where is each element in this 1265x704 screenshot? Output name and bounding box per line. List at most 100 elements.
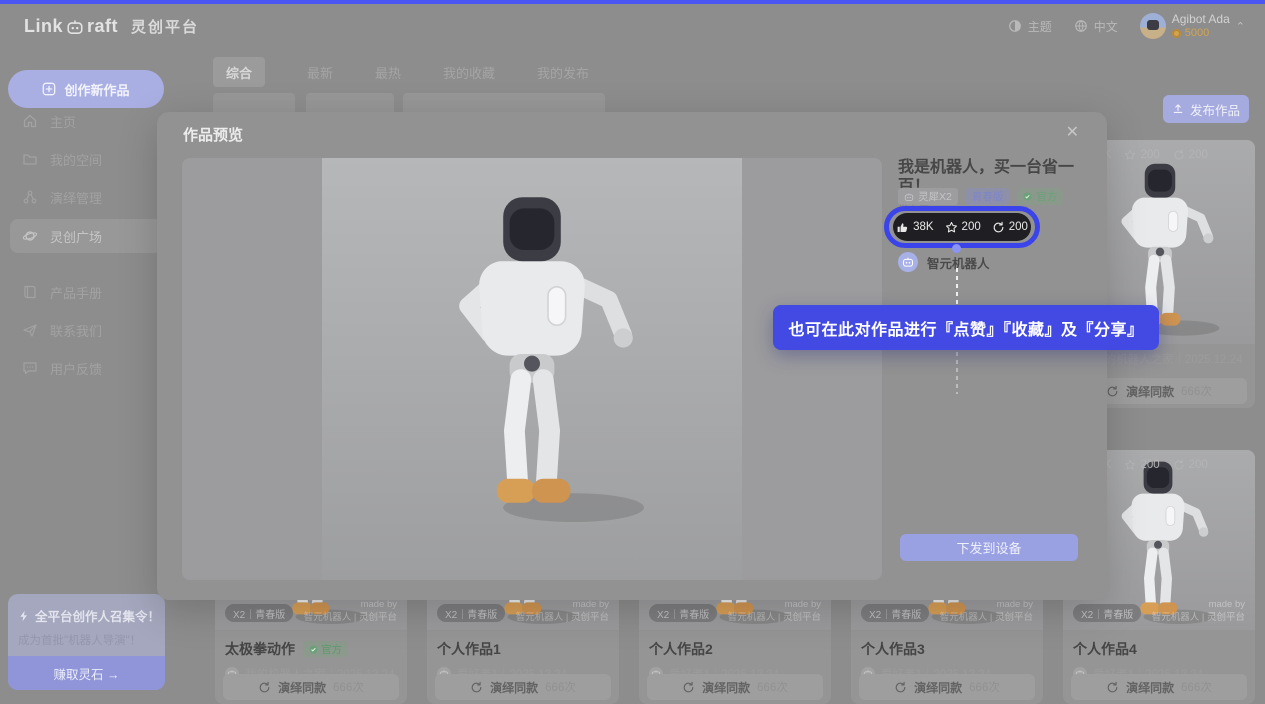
chevron-up-icon: ⌃: [1236, 20, 1245, 33]
tab-published[interactable]: 我的发布: [537, 63, 589, 82]
guide-dashed-line: [956, 268, 958, 304]
send-to-device-button[interactable]: 下发到设备: [900, 534, 1078, 561]
paper-plane-icon: [22, 322, 38, 338]
logo-cn: 灵创平台: [131, 16, 199, 37]
work-author[interactable]: 智元机器人: [898, 252, 990, 272]
logo-text-right: raft: [87, 16, 118, 37]
replay-same-button[interactable]: 演绎同款 666次: [859, 674, 1035, 700]
replay-same-button[interactable]: 演绎同款 666次: [223, 674, 399, 700]
card-title: 太极拳动作: [225, 639, 295, 659]
thumbs-up-icon: [896, 221, 909, 234]
replay-same-button[interactable]: 演绎同款 666次: [435, 674, 611, 700]
work-preview-modal: 作品预览 ✕ 01:23 03:23 我是机器人，买一台省一百！ 灵犀X2 青春…: [157, 112, 1107, 600]
author-name: 智元机器人: [927, 253, 990, 272]
favorite-stat[interactable]: 200: [1124, 149, 1159, 161]
made-by-watermark: made by智元机器人 | 灵创平台: [940, 599, 1033, 625]
coin-balance: 5000: [1172, 27, 1230, 41]
sidebar-item-home[interactable]: 主页: [10, 104, 162, 138]
card-title: 个人作品4: [1073, 639, 1137, 659]
create-icon: [42, 82, 56, 96]
share-stat[interactable]: 200: [1173, 459, 1208, 471]
user-menu[interactable]: Agibot Ada 5000 ⌃: [1140, 12, 1245, 41]
made-by-watermark: made by智元机器人 | 灵创平台: [728, 599, 821, 625]
card-title: 个人作品1: [437, 639, 501, 659]
share-icon: [1173, 459, 1185, 471]
share-button[interactable]: 200: [992, 221, 1028, 234]
replay-same-button[interactable]: 演绎同款 666次: [1071, 674, 1247, 700]
share-stat[interactable]: 200: [1173, 149, 1208, 161]
model-tag: X2｜青春版: [225, 604, 293, 622]
sidebar-item-feedback[interactable]: 用户反馈: [10, 351, 162, 385]
language-switch[interactable]: 中文: [1074, 18, 1118, 35]
tab-favorites[interactable]: 我的收藏: [443, 63, 495, 82]
replay-icon: [258, 681, 271, 694]
like-button[interactable]: 38K: [896, 221, 933, 234]
planet-icon: [22, 228, 38, 244]
tab-newest[interactable]: 最新: [307, 63, 333, 82]
check-circle-icon: [1023, 192, 1032, 201]
book-icon: [22, 284, 38, 300]
feed-tabs: 综合 最新 最热 我的收藏 我的发布: [213, 57, 589, 87]
banner-title-row: 全平台创作人召集令！: [18, 606, 165, 625]
guide-tooltip: 也可在此对作品进行『点赞』『收藏』及『分享』: [773, 305, 1159, 350]
creator-recruit-banner: 全平台创作人召集令！ 成为首批"机器人导演"！ 赚取灵石 →: [8, 594, 165, 690]
tab-hottest[interactable]: 最热: [375, 63, 401, 82]
sidebar-item-myspace[interactable]: 我的空间: [10, 142, 162, 176]
model-tag: X2｜青春版: [1073, 604, 1141, 622]
top-accent-strip: [0, 0, 1265, 4]
made-by-watermark: made by智元机器人 | 灵创平台: [1152, 599, 1245, 625]
sidebar-item-plaza[interactable]: 灵创广场: [10, 219, 162, 253]
favorite-button[interactable]: 200: [945, 221, 981, 234]
check-circle-icon: [309, 645, 318, 654]
sidebar-item-manual[interactable]: 产品手册: [10, 275, 162, 309]
close-icon[interactable]: ✕: [1066, 122, 1079, 142]
sidebar-item-performance[interactable]: 演绎管理: [10, 180, 162, 214]
sidebar-item-contact[interactable]: 联系我们: [10, 313, 162, 347]
card-title: 个人作品3: [861, 639, 925, 659]
favorite-stat[interactable]: 200: [1124, 459, 1159, 471]
replay-icon: [470, 681, 483, 694]
publish-work-button[interactable]: 发布作品: [1163, 95, 1249, 123]
comment-icon: [22, 360, 38, 376]
replay-icon: [1106, 681, 1119, 694]
made-by-watermark: made by智元机器人 | 灵创平台: [304, 599, 397, 625]
video-frame: [322, 158, 742, 580]
robot-face-icon: [904, 192, 914, 202]
header-actions: 主题 中文 Agibot Ada 5000 ⌃: [1008, 12, 1245, 41]
work-stats-pill[interactable]: 38K 200 200: [893, 213, 1031, 241]
guide-anchor-dot: [952, 244, 961, 253]
replay-icon: [894, 681, 907, 694]
guide-dashed-line-lower: [956, 352, 958, 394]
video-player[interactable]: 01:23 03:23: [182, 158, 882, 580]
banner-subtitle: 成为首批"机器人导演"！: [18, 632, 165, 648]
app-logo: Link raft 灵创平台: [24, 16, 199, 37]
model-tag: X2｜青春版: [649, 604, 717, 622]
user-avatar: [1140, 13, 1166, 39]
tab-overall[interactable]: 综合: [213, 57, 265, 87]
theme-toggle[interactable]: 主题: [1008, 18, 1052, 35]
coin-icon: [1172, 29, 1181, 38]
robot-video-image: [420, 194, 644, 530]
logo-robot-icon: [66, 18, 84, 36]
model-tag: X2｜青春版: [437, 604, 505, 622]
language-label: 中文: [1094, 18, 1118, 35]
share-icon: [992, 221, 1005, 234]
official-badge: 官方: [303, 641, 348, 657]
star-icon: [1124, 149, 1136, 161]
app-root: Link raft 灵创平台 主题 中文 Agibot Ada: [0, 0, 1265, 704]
bolt-icon: [18, 610, 30, 622]
model-tag: X2｜青春版: [861, 604, 929, 622]
earn-gems-button[interactable]: 赚取灵石 →: [8, 656, 165, 690]
globe-icon: [1074, 19, 1088, 33]
upload-icon: [1172, 103, 1184, 115]
create-work-button[interactable]: 创作新作品: [8, 70, 164, 108]
theme-label: 主题: [1028, 18, 1052, 35]
theme-icon: [1008, 19, 1022, 33]
replay-icon: [1106, 385, 1119, 398]
replay-same-button[interactable]: 演绎同款 666次: [647, 674, 823, 700]
made-by-watermark: made by智元机器人 | 灵创平台: [516, 599, 609, 625]
home-icon: [22, 113, 38, 129]
share-icon: [1173, 149, 1185, 161]
author-avatar: [898, 252, 918, 272]
modal-title: 作品预览: [183, 124, 243, 145]
